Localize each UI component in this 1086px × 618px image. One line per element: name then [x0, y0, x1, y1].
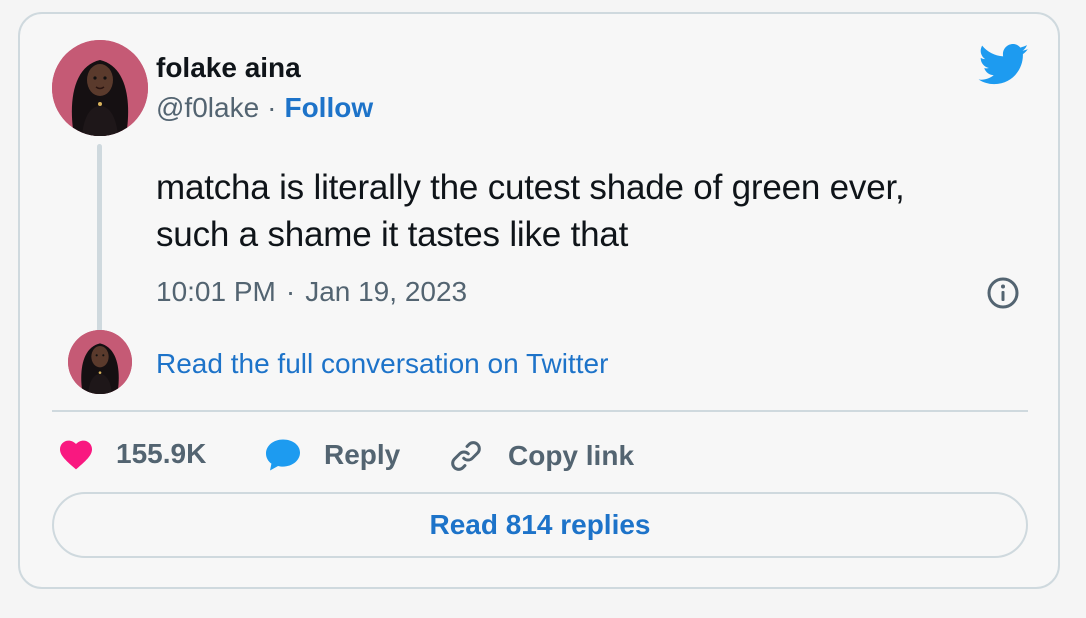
twitter-bird-icon[interactable]	[978, 44, 1030, 86]
follow-button[interactable]: Follow	[284, 92, 373, 124]
copy-link-label: Copy link	[508, 440, 635, 471]
author-handle-row: @f0lake · Follow	[156, 92, 373, 124]
info-icon[interactable]	[986, 276, 1020, 310]
reply-label: Reply	[324, 439, 401, 470]
like-count: 155.9K	[116, 438, 207, 469]
thread-line	[97, 144, 102, 332]
tweet-embed-card: folake aina @f0lake · Follow matcha is l…	[18, 12, 1060, 589]
author-avatar[interactable]	[52, 40, 148, 136]
timestamp-separator: ·	[285, 276, 296, 307]
handle-separator: ·	[267, 92, 277, 123]
tweet-text-line-2: such a shame it tastes like that	[156, 215, 629, 254]
speech-bubble-icon	[264, 438, 302, 472]
reply-action[interactable]: Reply	[264, 438, 400, 472]
conversation-avatar[interactable]	[68, 330, 132, 394]
tweet-text: matcha is literally the cutest shade of …	[156, 164, 1036, 258]
author-handle[interactable]: @f0lake	[156, 92, 259, 124]
tweet-text-line-1: matcha is literally the cutest shade of …	[156, 168, 905, 207]
divider	[52, 410, 1028, 412]
read-replies-label: Read 814 replies	[429, 509, 651, 540]
author-name[interactable]: folake aina	[156, 52, 301, 84]
heart-icon	[58, 438, 94, 470]
read-conversation-link[interactable]: Read the full conversation on Twitter	[156, 348, 608, 380]
tweet-time: 10:01 PM	[156, 276, 276, 307]
tweet-timestamp[interactable]: 10:01 PM · Jan 19, 2023	[156, 276, 467, 308]
copy-link-action[interactable]: Copy link	[448, 438, 634, 474]
like-action[interactable]: 155.9K	[58, 438, 206, 470]
read-replies-button[interactable]: Read 814 replies	[52, 492, 1028, 558]
link-icon	[448, 438, 484, 474]
tweet-date: Jan 19, 2023	[305, 276, 468, 307]
